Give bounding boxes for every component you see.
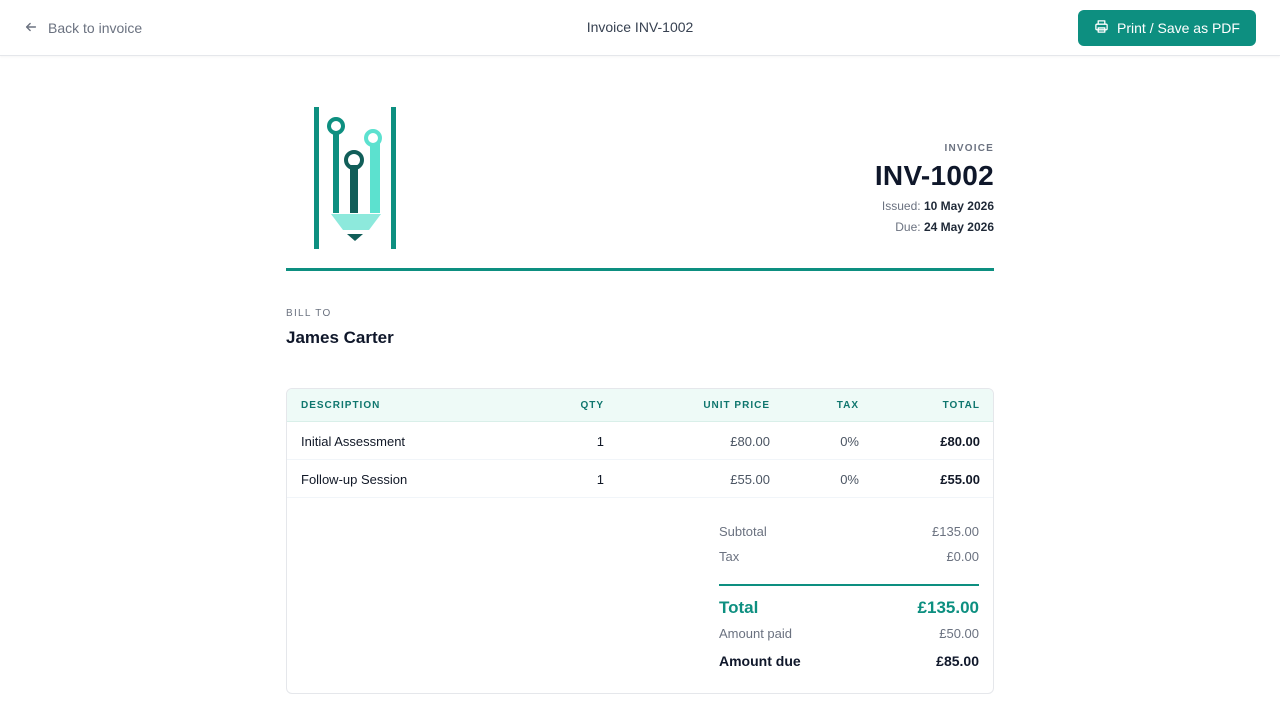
due-label: Due: xyxy=(895,220,921,234)
issued-label: Issued: xyxy=(881,199,921,213)
amount-paid-row: Amount paid £50.00 xyxy=(719,626,979,653)
row-qty: 1 xyxy=(596,472,604,487)
row-unit-price: £80.00 xyxy=(730,434,770,449)
row-total: £55.00 xyxy=(940,472,980,487)
amount-paid-label: Amount paid xyxy=(719,626,792,641)
row-tax: 0% xyxy=(840,472,859,487)
due-value: 24 May 2026 xyxy=(923,220,994,234)
amount-paid-value: £50.00 xyxy=(939,626,979,641)
tax-label: Tax xyxy=(719,549,740,564)
top-bar: Back to invoice Invoice INV-1002 Print /… xyxy=(0,0,1280,56)
amount-due-label: Amount due xyxy=(719,653,801,669)
tax-value: £0.00 xyxy=(946,549,979,564)
invoice-number: INV-1002 xyxy=(874,160,994,191)
row-total: £80.00 xyxy=(940,434,980,449)
subtotal-value: £135.00 xyxy=(932,524,979,539)
row-unit-price: £55.00 xyxy=(730,472,770,487)
table-header: DESCRIPTION QTY UNIT PRICE TAX TOTAL xyxy=(287,389,993,422)
subtotal-row: Subtotal £135.00 xyxy=(719,524,979,549)
amount-due-value: £85.00 xyxy=(936,653,979,669)
bill-to-label: BILL TO xyxy=(286,308,332,319)
print-button-label: Print / Save as PDF xyxy=(1117,20,1240,36)
total-label: Total xyxy=(719,598,759,617)
amount-due-row: Amount due £85.00 xyxy=(719,653,979,678)
invoice-kicker: INVOICE xyxy=(944,143,994,154)
tax-row: Tax £0.00 xyxy=(719,549,979,574)
due-date: Due: 24 May 2026 xyxy=(875,221,994,234)
row-description: Follow-up Session xyxy=(301,472,408,487)
totals-summary: Subtotal £135.00 Tax £0.00 Total £135.00… xyxy=(719,524,979,678)
line-items-card: DESCRIPTION QTY UNIT PRICE TAX TOTAL Ini… xyxy=(286,388,994,694)
col-header-tax: TAX xyxy=(836,400,859,411)
bill-to-name: James Carter xyxy=(286,328,394,347)
issued-value: 10 May 2026 xyxy=(923,199,994,213)
circuit-pencil-logo xyxy=(314,107,398,249)
subtotal-label: Subtotal xyxy=(719,524,767,539)
total-row: Total £135.00 xyxy=(719,598,979,626)
printer-icon xyxy=(1094,19,1109,37)
total-value: £135.00 xyxy=(917,598,979,617)
total-divider xyxy=(719,584,979,586)
issued-date: Issued: 10 May 2026 xyxy=(875,200,994,213)
header-divider xyxy=(286,268,994,271)
col-header-total: TOTAL xyxy=(942,400,980,411)
row-tax: 0% xyxy=(840,434,859,449)
table-row: Follow-up Session 1 £55.00 0% £55.00 xyxy=(287,460,993,498)
row-description: Initial Assessment xyxy=(301,434,406,449)
row-qty: 1 xyxy=(596,434,604,449)
col-header-unit-price: UNIT PRICE xyxy=(703,400,770,411)
print-save-pdf-button[interactable]: Print / Save as PDF xyxy=(1078,10,1256,46)
invoice-header: INVOICE INV-1002 Issued: 10 May 2026 Due… xyxy=(875,143,994,234)
col-header-qty: QTY xyxy=(580,400,604,411)
table-row: Initial Assessment 1 £80.00 0% £80.00 xyxy=(287,422,993,460)
col-header-description: DESCRIPTION xyxy=(301,400,381,411)
